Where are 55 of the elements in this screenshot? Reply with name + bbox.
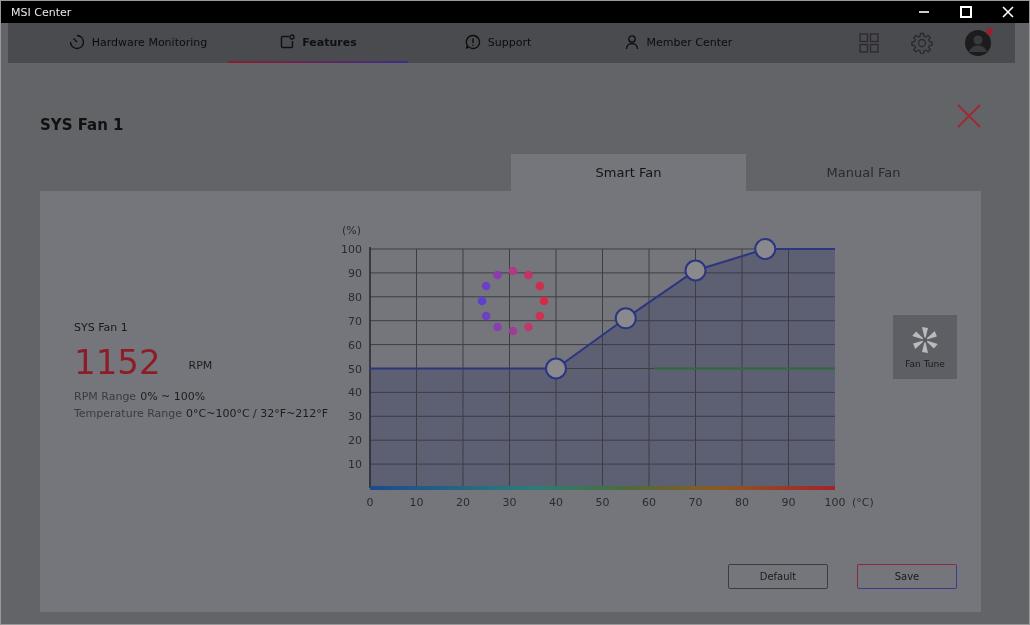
settings-icon[interactable] [911, 32, 933, 54]
avatar-icon[interactable] [965, 30, 991, 56]
y-tick-label: 20 [348, 434, 362, 448]
x-tick-label: 20 [456, 496, 470, 509]
x-tick-label: 70 [688, 496, 703, 509]
fan-icon [910, 325, 940, 355]
curve-handle[interactable] [545, 357, 567, 380]
x-axis-label: (°C) [852, 496, 874, 509]
curve-handle[interactable] [614, 307, 637, 330]
temperature-range-value: 0°C~100°C / 32°F~212°F [186, 407, 329, 420]
rpm-value: 1152 [74, 342, 161, 382]
nav-tab[interactable]: Support [408, 23, 588, 63]
nav-tab[interactable]: Hardware Monitoring [48, 23, 228, 63]
rpm-range-label: RPM Range [74, 390, 137, 403]
window-title: MSI Center [11, 5, 72, 19]
x-tick-label: 90 [781, 496, 796, 509]
fan-tune-button[interactable]: Fan Tune [893, 315, 957, 379]
default-button[interactable]: Default [728, 564, 828, 589]
gauge-icon [68, 34, 85, 50]
y-tick-label: 80 [348, 290, 362, 304]
y-tick-label: 40 [348, 386, 362, 400]
tab[interactable]: Smart Fan [511, 154, 746, 191]
nav-tab[interactable]: Features [228, 23, 408, 63]
chat-alert-icon [464, 34, 481, 50]
x-tick-label: 30 [502, 496, 517, 509]
nav-tab[interactable]: Member Center [588, 23, 768, 63]
y-tick-label: 50 [348, 362, 362, 376]
save-button[interactable]: Save [857, 564, 957, 589]
x-tick-label: 80 [735, 496, 749, 509]
person-icon [623, 34, 640, 50]
temperature-range-label: Temperature Range [74, 407, 183, 420]
features-icon [279, 34, 296, 50]
y-tick-label: 70 [348, 314, 362, 328]
x-tick-label: 40 [549, 496, 563, 509]
y-tick-label: 60 [348, 338, 362, 352]
fan-name: SYS Fan 1 [74, 321, 129, 334]
y-tick-label: 100 [341, 243, 362, 256]
rpm-range-value: 0% ~ 100% [140, 390, 206, 403]
x-tick-label: 50 [595, 496, 610, 509]
curve-handle[interactable] [754, 238, 777, 260]
curve-handle[interactable] [684, 259, 707, 282]
x-tick-label: 0 [366, 496, 374, 509]
maximize-icon[interactable] [960, 6, 972, 18]
dialog-title: SYS Fan 1 [40, 116, 124, 134]
tab[interactable]: Manual Fan [746, 154, 981, 191]
grid-icon[interactable] [859, 33, 879, 53]
y-tick-label: 10 [348, 458, 362, 472]
x-tick-label: 60 [642, 496, 656, 509]
y-axis-label: (%) [342, 224, 362, 237]
x-tick-label: 10 [409, 496, 424, 509]
rpm-unit: RPM [188, 358, 213, 372]
y-tick-label: 30 [348, 410, 362, 424]
loading-spinner-drawing [477, 266, 549, 336]
y-tick-label: 90 [348, 266, 362, 280]
x-tick-label: 100 [824, 496, 846, 509]
